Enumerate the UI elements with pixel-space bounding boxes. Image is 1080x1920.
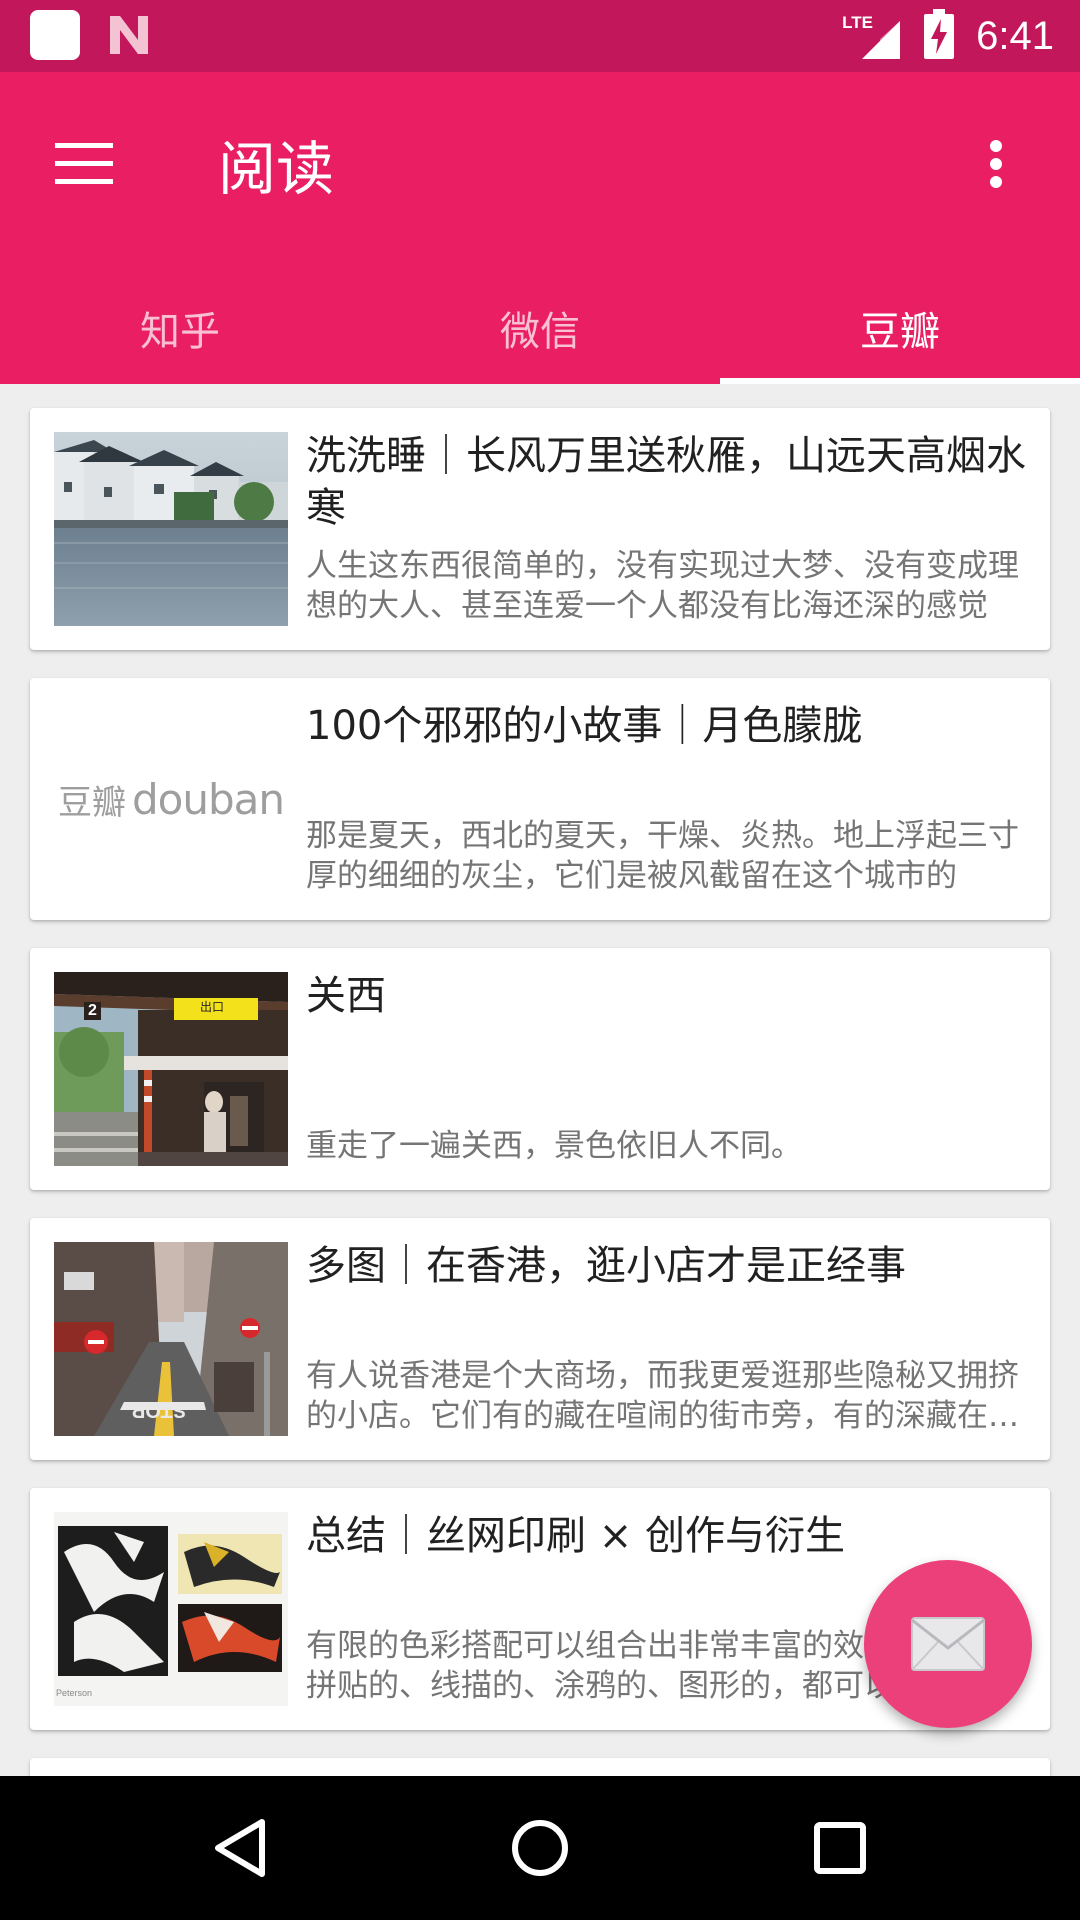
notification-icons <box>30 10 152 60</box>
article-title: 多图｜在香港，逛小店才是正经事 <box>306 1243 906 1289</box>
article-card[interactable]: 洗洗睡｜长风万里送秋雁，山远天高烟水寒 人生这东西很简单的，没有实现过大梦、没有… <box>30 408 1050 650</box>
screen: LTE 6:41 阅读 知乎 微信 豆瓣 洗洗睡｜长风万里送秋雁，山远天高烟水寒… <box>0 0 1080 1920</box>
tab-weixin[interactable]: 微信 <box>360 272 720 384</box>
compose-fab[interactable] <box>864 1560 1032 1728</box>
screen-print-artwork: Peterson <box>54 1512 288 1706</box>
battery-charging-icon <box>924 9 955 63</box>
article-title: 100个邪邪的小故事｜月色朦胧 <box>306 703 863 749</box>
home-button[interactable] <box>490 1798 590 1898</box>
train-station-photo: 出口 2 <box>54 972 288 1166</box>
tab-douban[interactable]: 豆瓣 <box>720 272 1080 384</box>
page-title: 阅读 <box>218 135 335 203</box>
hong-kong-street-photo: STOP <box>54 1242 288 1436</box>
navigation-bar <box>0 1776 1080 1920</box>
article-card[interactable]: STOP 多图｜在香港，逛小店才是正经事 有人说香港是个大商场，而我更爱逛那些隐… <box>30 1218 1050 1460</box>
article-summary: 人生这东西很简单的，没有实现过大梦、没有变成理想的大人、甚至连爱一个人都没有比海… <box>306 548 1019 624</box>
recents-icon <box>814 1822 866 1874</box>
app-bar: 阅读 知乎 微信 豆瓣 <box>0 72 1080 384</box>
hamburger-menu-icon <box>55 143 113 184</box>
home-icon <box>512 1820 568 1876</box>
status-bar: LTE 6:41 <box>0 0 1080 72</box>
article-title: 洗洗睡｜长风万里送秋雁，山远天高烟水寒 <box>306 433 1026 531</box>
recents-button[interactable] <box>790 1798 890 1898</box>
article-card[interactable] <box>30 1758 1050 1776</box>
canal-town-photo <box>54 432 288 626</box>
clock: 6:41 <box>976 13 1054 58</box>
exit-sign: 出口 <box>200 1000 225 1014</box>
article-title: 总结｜丝网印刷 × 创作与衍生 <box>306 1513 845 1559</box>
mail-icon <box>911 1617 985 1671</box>
back-button[interactable] <box>190 1798 290 1898</box>
menu-button[interactable] <box>40 120 128 208</box>
back-icon <box>215 1819 265 1877</box>
more-vert-icon <box>990 140 1002 188</box>
app-notification-icon <box>30 10 80 60</box>
article-summary: 有人说香港是个大商场，而我更爱逛那些隐秘又拥挤的小店。它们有的藏在喧闹的街市旁，… <box>306 1358 1019 1434</box>
system-icons: LTE 6:41 <box>842 8 1054 64</box>
lte-signal-icon: LTE <box>842 11 902 61</box>
article-card[interactable]: 豆瓣 douban 100个邪邪的小故事｜月色朦胧 那是夏天，西北的夏天，干燥、… <box>30 678 1050 920</box>
tab-bar: 知乎 微信 豆瓣 <box>0 272 1080 384</box>
lte-label: LTE <box>842 13 873 32</box>
platform-number: 2 <box>84 1002 101 1020</box>
article-summary: 重走了一遍关西，景色依旧人不同。 <box>306 1128 802 1164</box>
douban-logo-cn: 豆瓣 <box>58 782 126 823</box>
article-summary: 那是夏天，西北的夏天，干燥、炎热。地上浮起三寸厚的细细的灰尘，它们是被风截留在这… <box>306 818 1019 894</box>
article-title: 关西 <box>306 973 386 1019</box>
article-card[interactable]: 出口 2 关西 重走了一遍关西，景色依旧人不同。 <box>30 948 1050 1190</box>
overflow-menu-button[interactable] <box>952 120 1040 208</box>
tab-zhihu[interactable]: 知乎 <box>0 272 360 384</box>
artwork-credit: Peterson <box>56 1688 93 1698</box>
n-notification-icon <box>106 12 152 58</box>
road-marking: STOP <box>132 1399 187 1421</box>
douban-logo: 豆瓣 douban <box>54 702 288 896</box>
douban-logo-en: douban <box>132 774 285 824</box>
